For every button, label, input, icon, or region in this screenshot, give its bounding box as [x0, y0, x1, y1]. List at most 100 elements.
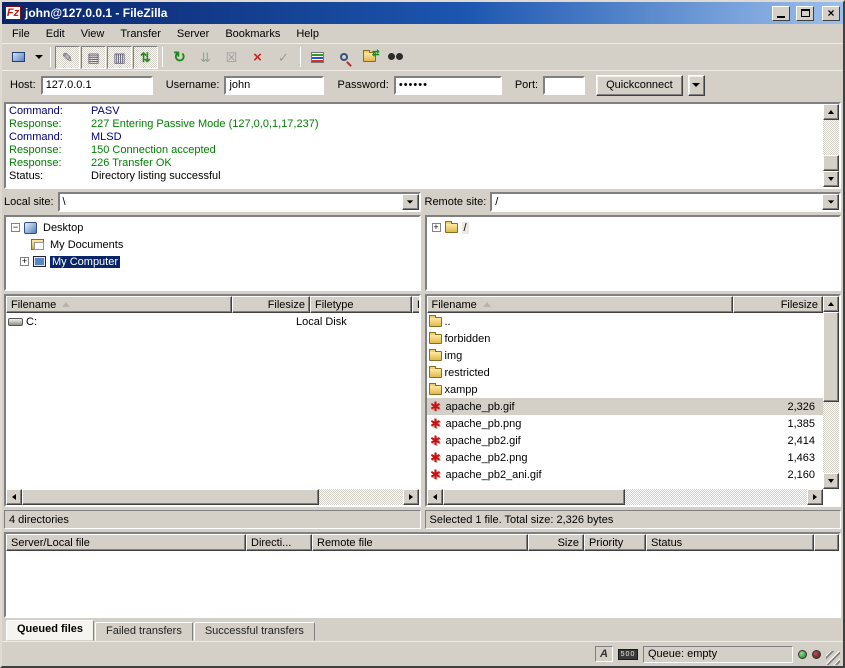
- local-treeview-toggle-button[interactable]: ▤: [81, 46, 106, 69]
- tab-queued-files[interactable]: Queued files: [6, 620, 94, 641]
- filter-button[interactable]: [305, 46, 330, 69]
- tab-failed-transfers[interactable]: Failed transfers: [95, 622, 193, 641]
- minimize-button[interactable]: [772, 6, 790, 21]
- message-log-toggle-button[interactable]: ✎: [55, 46, 80, 69]
- password-input[interactable]: [394, 76, 502, 95]
- site-manager-button[interactable]: [6, 46, 31, 69]
- process-queue-button[interactable]: ⇊: [193, 46, 218, 69]
- reconnect-button[interactable]: ✓: [271, 46, 296, 69]
- tree-item-desktop[interactable]: Desktop: [7, 219, 418, 236]
- expand-icon[interactable]: [20, 257, 29, 266]
- column-header-lastmodified[interactable]: L: [412, 296, 421, 313]
- scrollbar-track[interactable]: [823, 312, 839, 473]
- remote-row-folder[interactable]: restricted: [427, 364, 824, 381]
- expand-icon[interactable]: [432, 223, 441, 232]
- menu-edit[interactable]: Edit: [38, 26, 73, 42]
- column-header-filetype[interactable]: Filetype: [310, 296, 412, 313]
- scroll-down-button[interactable]: [823, 171, 839, 187]
- scrollbar-thumb[interactable]: [443, 489, 625, 505]
- menu-file[interactable]: File: [4, 26, 38, 42]
- site-manager-dropdown-icon: [35, 55, 43, 59]
- scrollbar-thumb[interactable]: [823, 312, 839, 402]
- log-vertical-scrollbar[interactable]: [823, 104, 839, 187]
- remote-site-dropdown-button[interactable]: [822, 194, 839, 210]
- column-header-priority[interactable]: Priority: [584, 534, 646, 551]
- remote-vertical-scrollbar[interactable]: [823, 296, 839, 489]
- quickconnect-dropdown-button[interactable]: [688, 75, 705, 96]
- tab-successful-transfers[interactable]: Successful transfers: [194, 622, 315, 641]
- menu-bookmarks[interactable]: Bookmarks: [217, 26, 288, 42]
- maximize-button[interactable]: [796, 6, 814, 21]
- scroll-left-button[interactable]: [427, 489, 443, 505]
- column-header-filesize[interactable]: Filesize: [733, 296, 823, 313]
- find-files-button[interactable]: [383, 46, 408, 69]
- scroll-left-button[interactable]: [6, 489, 22, 505]
- site-manager-dropdown-button[interactable]: [32, 46, 46, 69]
- resize-grip[interactable]: [826, 651, 840, 665]
- remote-treeview-toggle-icon: ▥: [113, 51, 125, 64]
- remote-row-file-selected[interactable]: ✱apache_pb.gif2,326: [427, 398, 824, 415]
- port-input[interactable]: [543, 76, 585, 95]
- remote-row-folder[interactable]: img: [427, 347, 824, 364]
- close-button[interactable]: ×: [822, 6, 840, 21]
- column-header-remote-file[interactable]: Remote file: [312, 534, 528, 551]
- scrollbar-track[interactable]: [443, 489, 808, 505]
- remote-row-file[interactable]: ✱apache_pb.png1,385: [427, 415, 824, 432]
- column-header-empty: [814, 534, 839, 551]
- menu-transfer[interactable]: Transfer: [112, 26, 169, 42]
- quickconnect-button[interactable]: Quickconnect: [596, 75, 683, 96]
- tree-item-my-documents[interactable]: My Documents: [7, 236, 418, 253]
- scroll-right-button[interactable]: [403, 489, 419, 505]
- scrollbar-track[interactable]: [22, 489, 403, 505]
- scroll-up-button[interactable]: [823, 296, 839, 312]
- scrollbar-thumb[interactable]: [823, 155, 839, 171]
- menu-help[interactable]: Help: [288, 26, 327, 42]
- remote-row-file[interactable]: ✱apache_pb2.gif2,414: [427, 432, 824, 449]
- column-header-status[interactable]: Status: [646, 534, 814, 551]
- remote-site-path: /: [492, 194, 822, 210]
- column-header-server-local-file[interactable]: Server/Local file: [6, 534, 246, 551]
- scrollbar-track[interactable]: [823, 120, 839, 171]
- transfer-queue-toggle-button[interactable]: ⇅: [133, 46, 158, 69]
- column-header-filesize[interactable]: Filesize: [232, 296, 310, 313]
- tree-item-root[interactable]: /: [428, 219, 839, 236]
- remote-site-combobox[interactable]: /: [490, 192, 841, 212]
- browser-panes: Local site: \ Desktop My Documents: [4, 191, 841, 529]
- column-header-direction[interactable]: Directi...: [246, 534, 312, 551]
- remote-treeview-toggle-button[interactable]: ▥: [107, 46, 132, 69]
- remote-row-folder[interactable]: forbidden: [427, 330, 824, 347]
- folder-icon: [429, 334, 442, 344]
- remote-site-row: Remote site: /: [425, 191, 842, 213]
- remote-horizontal-scrollbar[interactable]: [427, 489, 824, 505]
- username-input[interactable]: [224, 76, 324, 95]
- scroll-up-button[interactable]: [823, 104, 839, 120]
- activity-led-red-icon: [812, 650, 821, 659]
- collapse-icon[interactable]: [11, 223, 20, 232]
- cancel-operation-button[interactable]: ☒: [219, 46, 244, 69]
- scrollbar-thumb[interactable]: [22, 489, 319, 505]
- column-header-size[interactable]: Size: [528, 534, 584, 551]
- refresh-button[interactable]: ↻: [167, 46, 192, 69]
- local-file-row-c-drive[interactable]: C: Local Disk: [6, 313, 419, 330]
- local-status-bar: 4 directories: [4, 510, 421, 529]
- remote-row-file[interactable]: ✱apache_pb2_ani.gif2,160: [427, 466, 824, 483]
- local-horizontal-scrollbar[interactable]: [6, 489, 419, 505]
- column-header-filename[interactable]: Filename: [427, 296, 734, 313]
- menu-view[interactable]: View: [73, 26, 113, 42]
- directory-comparison-button[interactable]: [331, 46, 356, 69]
- tree-item-my-computer[interactable]: My Computer: [7, 253, 418, 270]
- synchronized-browsing-button[interactable]: ⇄: [357, 46, 382, 69]
- remote-row-file[interactable]: ✱apache_pb2.png1,463: [427, 449, 824, 466]
- local-site-combobox[interactable]: \: [58, 192, 421, 212]
- scroll-right-button[interactable]: [807, 489, 823, 505]
- disconnect-button[interactable]: ×: [245, 46, 270, 69]
- local-site-dropdown-button[interactable]: [402, 194, 419, 210]
- scroll-down-button[interactable]: [823, 473, 839, 489]
- folder-icon: [445, 223, 458, 233]
- menu-server[interactable]: Server: [169, 26, 217, 42]
- host-input[interactable]: [41, 76, 153, 95]
- remote-row-folder[interactable]: xampp: [427, 381, 824, 398]
- queue-header: Server/Local file Directi... Remote file…: [6, 534, 839, 551]
- remote-row-parent-dir[interactable]: ..: [427, 313, 824, 330]
- column-header-filename[interactable]: Filename: [6, 296, 232, 313]
